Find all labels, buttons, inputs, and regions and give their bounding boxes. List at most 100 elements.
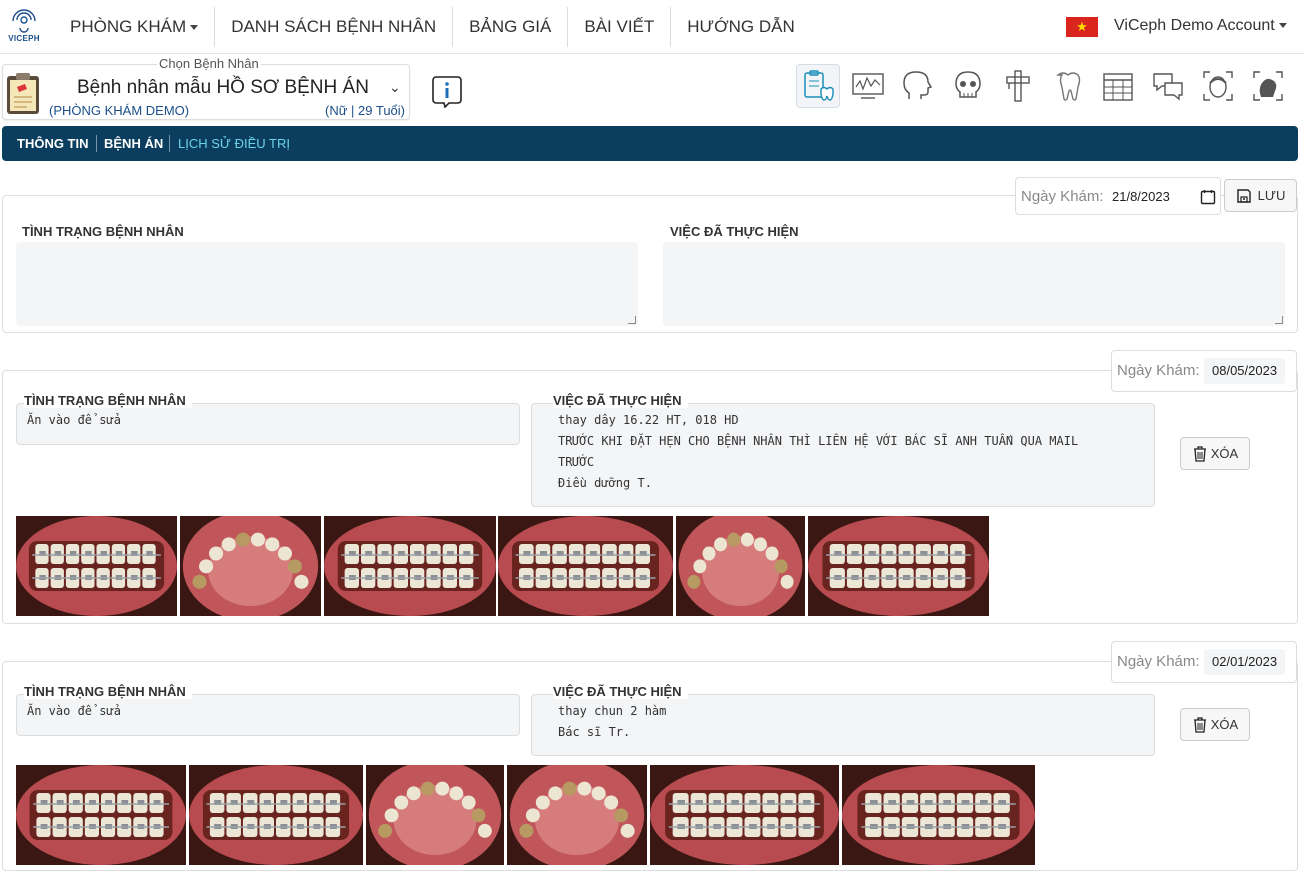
- head-profile-tool[interactable]: [896, 64, 940, 108]
- calendar-icon[interactable]: [1200, 189, 1216, 205]
- menu-bang-gia[interactable]: BẢNG GIÁ: [453, 7, 569, 47]
- intraoral-photo[interactable]: [324, 516, 496, 616]
- treatment-record-icon: [804, 70, 834, 101]
- intraoral-photo[interactable]: [180, 516, 321, 616]
- tab-thong-tin[interactable]: THÔNG TIN: [17, 126, 89, 161]
- done-line: Điều dưỡng T.: [558, 476, 652, 490]
- done-label: VIỆC ĐÃ THỰC HIỆN: [553, 684, 688, 699]
- clipboard-icon: [7, 73, 39, 114]
- ceph-chart-icon: [852, 73, 884, 99]
- status-label: TÌNH TRẠNG BỆNH NHÂN: [22, 224, 184, 239]
- done-line: Bác sĩ Tr.: [558, 725, 631, 739]
- teeth-photo-icon: [189, 765, 363, 865]
- top-navbar: VICEPH PHÒNG KHÁM DANH SÁCH BỆNH NHÂN BẢ…: [0, 0, 1304, 54]
- tooth-icon: [1056, 72, 1081, 101]
- done-value-box: thay chun 2 hàm Bác sĩ Tr.: [531, 694, 1155, 756]
- intraoral-photo[interactable]: [842, 765, 1035, 865]
- tab-divider: [169, 135, 170, 152]
- trash-icon: [1193, 445, 1206, 462]
- calendar-grid-icon: [1103, 73, 1133, 101]
- date-value: 02/01/2023: [1204, 649, 1286, 675]
- intraoral-photo[interactable]: [16, 516, 177, 616]
- intraoral-photo[interactable]: [16, 765, 186, 865]
- status-text: Ăn vào để sửa: [27, 704, 121, 718]
- menu-huong-dan[interactable]: HƯỚNG DẪN: [671, 7, 811, 47]
- done-label: VIỆC ĐÃ THỰC HIỆN: [553, 393, 688, 408]
- patient-clinic: (PHÒNG KHÁM DEMO): [49, 103, 190, 118]
- teeth-photo-icon: [16, 765, 186, 865]
- face-scan-tool[interactable]: [1196, 64, 1240, 108]
- delete-button[interactable]: XÓA: [1180, 708, 1250, 741]
- date-input[interactable]: 21/8/2023: [1112, 184, 1216, 210]
- tab-benh-an[interactable]: BỆNH ÁN: [104, 126, 163, 161]
- record-tabbar: THÔNG TIN BỆNH ÁN LỊCH SỬ ĐIỀU TRỊ: [2, 126, 1298, 161]
- status-label: TÌNH TRẠNG BỆNH NHÂN: [24, 393, 192, 408]
- new-visit-date: Ngày Khám: 21/8/2023: [1015, 177, 1221, 215]
- vietnam-flag-icon[interactable]: ★: [1066, 17, 1098, 37]
- treatment-record-tool[interactable]: [796, 64, 840, 108]
- teeth-photo-icon: [650, 765, 839, 865]
- intraoral-photo[interactable]: [189, 765, 363, 865]
- head-profile-icon: [903, 71, 933, 99]
- head-scan-tool[interactable]: [1246, 64, 1290, 108]
- done-label: VIỆC ĐÃ THỰC HIỆN: [670, 224, 799, 239]
- done-line: thay chun 2 hàm: [558, 704, 667, 718]
- visit-date-2: Ngày Khám: 02/01/2023: [1111, 641, 1297, 683]
- tab-lich-su-dieu-tri[interactable]: LỊCH SỬ ĐIỀU TRỊ: [178, 126, 290, 161]
- date-label: Ngày Khám:: [1117, 653, 1200, 670]
- trash-icon: [1193, 716, 1206, 733]
- intraoral-photo[interactable]: [808, 516, 989, 616]
- chat-icon: [1153, 73, 1183, 101]
- menu-danh-sach-benh-nhan[interactable]: DANH SÁCH BỆNH NHÂN: [215, 7, 454, 47]
- patient-selector[interactable]: Chọn Bệnh Nhân Bệnh nhân mẫu HỒ SƠ BỆNH …: [2, 56, 410, 120]
- delete-button[interactable]: XÓA: [1180, 437, 1250, 470]
- flag-star-icon: ★: [1076, 19, 1088, 34]
- account-menu[interactable]: ViCeph Demo Account: [1114, 17, 1287, 35]
- teeth-photo-icon: [366, 765, 504, 865]
- intraoral-photo[interactable]: [498, 516, 673, 616]
- save-label: LƯU: [1257, 188, 1286, 203]
- teeth-photo-icon: [507, 765, 647, 865]
- floppy-disk-icon: [1236, 188, 1251, 203]
- caret-down-icon: [1278, 23, 1287, 29]
- teeth-photo-icon: [324, 516, 496, 616]
- chevron-down-icon[interactable]: ⌄: [389, 79, 401, 96]
- date-label: Ngày Khám:: [1021, 188, 1104, 205]
- tool-icon-bar: [796, 64, 1296, 108]
- menu-phong-kham[interactable]: PHÒNG KHÁM: [54, 7, 216, 47]
- status-text: Ăn vào để sửa: [27, 413, 121, 427]
- intraoral-photo[interactable]: [507, 765, 647, 865]
- logo-text: VICEPH: [8, 34, 40, 43]
- tab-divider: [96, 135, 97, 152]
- resize-grip-icon: [1275, 316, 1283, 324]
- calendar-grid-tool[interactable]: [1096, 64, 1140, 108]
- patient-name: Bệnh nhân mẫu HỒ SƠ BỆNH ÁN: [77, 77, 369, 98]
- menu-bai-viet[interactable]: BÀI VIẾT: [568, 7, 672, 47]
- patient-selector-legend: Chọn Bệnh Nhân: [157, 56, 261, 71]
- intraoral-photo[interactable]: [650, 765, 839, 865]
- main-menu: PHÒNG KHÁM DANH SÁCH BỆNH NHÂN BẢNG GIÁ …: [54, 7, 811, 47]
- status-textarea[interactable]: [16, 242, 638, 326]
- save-button[interactable]: LƯU: [1224, 179, 1297, 212]
- teeth-photo-icon: [808, 516, 989, 616]
- chat-tool[interactable]: [1146, 64, 1190, 108]
- intraoral-photo[interactable]: [676, 516, 805, 616]
- date-value: 21/8/2023: [1112, 189, 1170, 204]
- ceph-chart-tool[interactable]: [846, 64, 890, 108]
- done-value-box: thay dây 16.22 HT, 018 HD TRƯỚC KHI ĐẶT …: [531, 403, 1155, 507]
- done-textarea[interactable]: [663, 242, 1285, 326]
- skull-tool[interactable]: [946, 64, 990, 108]
- menu-label: PHÒNG KHÁM: [70, 17, 187, 36]
- tooth-tool[interactable]: [1046, 64, 1090, 108]
- done-line: TRƯỚC KHI ĐẶT HẸN CHO BỆNH NHÂN THÌ LIÊN…: [558, 434, 1079, 448]
- viceph-logo[interactable]: VICEPH: [6, 8, 42, 46]
- patient-gender-age: (Nữ | 29 Tuổi): [325, 103, 405, 118]
- done-line: thay dây 16.22 HT, 018 HD: [558, 413, 739, 427]
- teeth-photo-icon: [498, 516, 673, 616]
- caliper-tool[interactable]: [996, 64, 1040, 108]
- date-value: 08/05/2023: [1204, 358, 1286, 384]
- intraoral-photo[interactable]: [366, 765, 504, 865]
- teeth-photo-icon: [16, 516, 177, 616]
- delete-label: XÓA: [1210, 717, 1239, 732]
- info-bubble-icon[interactable]: [432, 74, 462, 108]
